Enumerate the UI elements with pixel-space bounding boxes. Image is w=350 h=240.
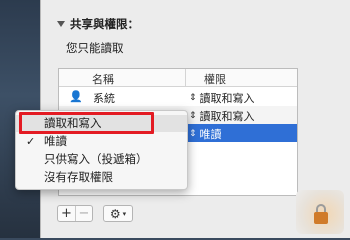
- disclosure-triangle-icon[interactable]: [57, 21, 65, 27]
- chevron-down-icon: ▾: [122, 209, 127, 218]
- section-title: 共享與權限：: [70, 17, 139, 31]
- updown-arrows-icon: ⇕: [189, 92, 197, 103]
- table-row[interactable]: 👤 系統 ⇕ 讀取和寫入: [59, 88, 297, 106]
- column-divider: [185, 69, 186, 87]
- permission-value: 唯讀: [199, 128, 222, 141]
- user-name: 系統: [93, 92, 115, 105]
- menu-item-write-only[interactable]: 只供寫入（投遞箱）: [16, 151, 187, 168]
- menu-item-label: 只供寫入（投遞箱）: [44, 152, 148, 166]
- action-menu-button[interactable]: ⚙ ▾: [103, 205, 133, 222]
- menu-item-label: 沒有存取權限: [44, 170, 113, 184]
- gear-icon: ⚙: [109, 206, 121, 221]
- user-icon: 👤: [69, 90, 83, 103]
- menu-item-read-only[interactable]: ✓ 唯讀: [16, 133, 187, 150]
- add-user-button[interactable]: +: [58, 206, 75, 221]
- sharing-permissions-header[interactable]: 共享與權限：: [57, 16, 139, 32]
- menu-item-read-write[interactable]: 讀取和寫入: [16, 115, 187, 132]
- updown-arrows-icon: ⇕: [189, 110, 197, 121]
- updown-arrows-icon: ⇕: [189, 128, 197, 139]
- remove-user-button[interactable]: −: [75, 206, 92, 221]
- permission-value: 讀取和寫入: [199, 92, 255, 105]
- menu-item-label: 讀取和寫入: [44, 116, 102, 130]
- permission-value: 讀取和寫入: [199, 110, 255, 123]
- add-remove-segment: + −: [57, 205, 93, 222]
- checkmark-icon: ✓: [26, 135, 36, 148]
- menu-item-label: 唯讀: [44, 134, 67, 148]
- permission-select[interactable]: ⇕ 唯讀: [189, 126, 222, 142]
- column-header-permission[interactable]: 權限: [204, 71, 226, 87]
- column-header-name[interactable]: 名稱: [92, 71, 114, 87]
- lock-icon[interactable]: [314, 212, 328, 224]
- permission-select[interactable]: ⇕ 讀取和寫入: [189, 90, 255, 106]
- access-note: 您只能讀取: [66, 41, 124, 55]
- table-header: 名稱 權限: [59, 69, 297, 87]
- permission-popup-menu: 讀取和寫入 ✓ 唯讀 只供寫入（投遞箱） 沒有存取權限: [15, 110, 188, 190]
- permission-select[interactable]: ⇕ 讀取和寫入: [189, 108, 255, 124]
- permissions-toolbar: + − ⚙ ▾: [57, 205, 133, 223]
- menu-item-no-access[interactable]: 沒有存取權限: [16, 169, 187, 186]
